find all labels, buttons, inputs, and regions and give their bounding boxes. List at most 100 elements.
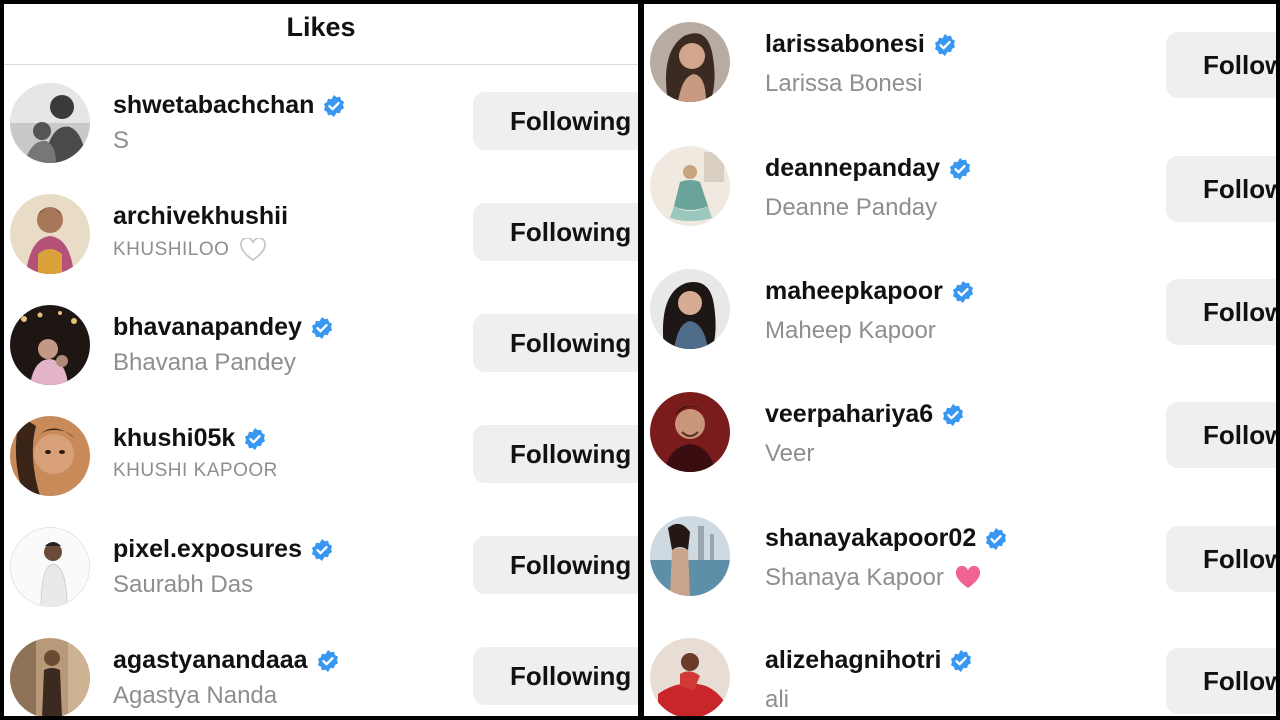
avatar[interactable]	[10, 638, 90, 716]
likes-panel-continued: larissabonesi Larissa Bonesi Follow dean…	[644, 4, 1276, 716]
avatar[interactable]	[650, 146, 730, 226]
list-item[interactable]: bhavanapandey Bhavana Pandey Following	[4, 293, 638, 393]
verified-badge-icon	[941, 403, 965, 427]
likes-header: Likes	[4, 4, 638, 65]
full-name: Maheep Kapoor	[765, 317, 936, 345]
follow-button[interactable]: Follow	[1166, 32, 1276, 98]
username[interactable]: bhavanapandey	[113, 313, 302, 342]
list-item[interactable]: agastyanandaaa Agastya Nanda Following	[4, 626, 638, 716]
list-item[interactable]: shwetabachchan S Following	[4, 71, 638, 171]
avatar[interactable]	[650, 516, 730, 596]
full-name-text: Maheep Kapoor	[765, 317, 936, 344]
username-row[interactable]: alizehagnihotri	[765, 646, 973, 675]
username[interactable]: alizehagnihotri	[765, 646, 941, 675]
follow-button[interactable]: Follow	[1166, 402, 1276, 468]
username-row[interactable]: shanayakapoor02	[765, 524, 1008, 553]
follow-button[interactable]: Follow	[1166, 156, 1276, 222]
verified-badge-icon	[984, 527, 1008, 551]
list-item[interactable]: archivekhushii KHUSHILOO Following	[4, 182, 638, 282]
avatar[interactable]	[10, 527, 90, 607]
username-row[interactable]: khushi05k	[113, 424, 267, 453]
verified-badge-icon	[951, 280, 975, 304]
full-name-text: ali	[765, 686, 790, 713]
verified-badge-icon	[310, 316, 334, 340]
full-name-text: Agastya Nanda	[113, 682, 278, 709]
list-item[interactable]: alizehagnihotri ali Follow	[644, 626, 1276, 716]
avatar[interactable]	[10, 194, 90, 274]
verified-badge-icon	[243, 427, 267, 451]
list-item[interactable]: maheepkapoor Maheep Kapoor Follow	[644, 257, 1276, 357]
list-item[interactable]: shanayakapoor02 Shanaya Kapoor Follow	[644, 504, 1276, 604]
avatar[interactable]	[650, 638, 730, 716]
follow-button[interactable]: Follow	[1166, 279, 1276, 345]
full-name: Veer	[765, 440, 814, 468]
full-name: KHUSHILOO	[113, 238, 267, 262]
full-name: KHUSHI KAPOOR	[113, 460, 278, 482]
username[interactable]: shwetabachchan	[113, 91, 314, 120]
likes-panel: Likes shwetabachchan S Following archive…	[4, 4, 638, 716]
avatar[interactable]	[650, 22, 730, 102]
username-row[interactable]: pixel.exposures	[113, 535, 334, 564]
follow-button[interactable]: Follow	[1166, 648, 1276, 714]
avatar[interactable]	[10, 83, 90, 163]
username-row[interactable]: veerpahariya6	[765, 400, 965, 429]
avatar[interactable]	[650, 269, 730, 349]
following-button[interactable]: Following	[473, 203, 638, 261]
username[interactable]: veerpahariya6	[765, 400, 933, 429]
username-row[interactable]: deannepanday	[765, 154, 972, 183]
full-name: Bhavana Pandey	[113, 349, 296, 377]
full-name: ali	[765, 686, 789, 714]
list-item[interactable]: khushi05k KHUSHI KAPOOR Following	[4, 404, 638, 504]
following-button[interactable]: Following	[473, 647, 638, 705]
username[interactable]: larissabonesi	[765, 30, 925, 59]
username-row[interactable]: maheepkapoor	[765, 277, 975, 306]
pink-heart-icon	[954, 566, 982, 590]
username[interactable]: deannepanday	[765, 154, 940, 183]
list-item[interactable]: pixel.exposures Saurabh Das Following	[4, 515, 638, 615]
following-button[interactable]: Following	[473, 536, 638, 594]
full-name-text: Larissa Bonesi	[765, 70, 923, 97]
verified-badge-icon	[322, 94, 346, 118]
following-button[interactable]: Following	[473, 92, 638, 150]
full-name-text: KHUSHILOO	[113, 239, 230, 260]
verified-badge-icon	[933, 33, 957, 57]
avatar[interactable]	[650, 392, 730, 472]
follow-button[interactable]: Follow	[1166, 526, 1276, 592]
full-name: S	[113, 127, 129, 155]
full-name-text: Deanne Panday	[765, 194, 938, 221]
username-row[interactable]: archivekhushii	[113, 202, 288, 231]
list-item[interactable]: deannepanday Deanne Panday Follow	[644, 134, 1276, 234]
username[interactable]: archivekhushii	[113, 202, 288, 231]
full-name: Shanaya Kapoor	[765, 564, 982, 592]
following-button[interactable]: Following	[473, 314, 638, 372]
username[interactable]: shanayakapoor02	[765, 524, 976, 553]
verified-badge-icon	[948, 157, 972, 181]
full-name: Agastya Nanda	[113, 682, 277, 710]
username[interactable]: pixel.exposures	[113, 535, 302, 564]
full-name-text: S	[113, 127, 130, 154]
verified-badge-icon	[949, 649, 973, 673]
verified-badge-icon	[316, 649, 340, 673]
full-name-text: Shanaya Kapoor	[765, 564, 944, 591]
username[interactable]: agastyanandaaa	[113, 646, 308, 675]
list-item[interactable]: larissabonesi Larissa Bonesi Follow	[644, 10, 1276, 110]
full-name: Larissa Bonesi	[765, 70, 922, 98]
username-row[interactable]: shwetabachchan	[113, 91, 346, 120]
full-name-text: KHUSHI KAPOOR	[113, 460, 278, 481]
avatar[interactable]	[10, 416, 90, 496]
full-name: Deanne Panday	[765, 194, 937, 222]
full-name-text: Bhavana Pandey	[113, 349, 296, 376]
avatar[interactable]	[10, 305, 90, 385]
verified-badge-icon	[310, 538, 334, 562]
username[interactable]: khushi05k	[113, 424, 235, 453]
full-name-text: Veer	[765, 440, 815, 467]
username[interactable]: maheepkapoor	[765, 277, 943, 306]
white-heart-icon	[239, 238, 267, 262]
username-row[interactable]: bhavanapandey	[113, 313, 334, 342]
page-title: Likes	[286, 12, 356, 42]
username-row[interactable]: agastyanandaaa	[113, 646, 340, 675]
following-button[interactable]: Following	[473, 425, 638, 483]
username-row[interactable]: larissabonesi	[765, 30, 957, 59]
full-name: Saurabh Das	[113, 571, 253, 599]
list-item[interactable]: veerpahariya6 Veer Follow	[644, 380, 1276, 480]
